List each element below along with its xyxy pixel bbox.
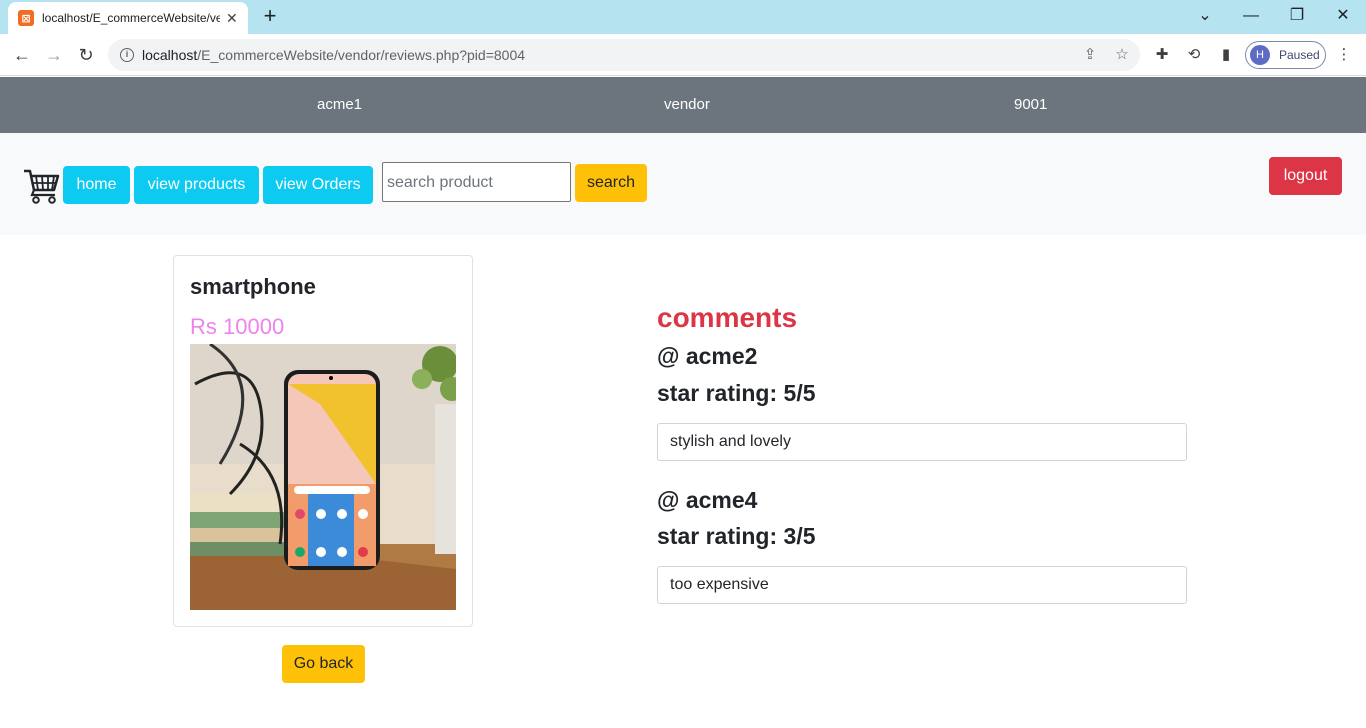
user-id-text: 9001 [1014, 96, 1048, 113]
search-input[interactable]: search product [382, 162, 571, 202]
view-orders-button[interactable]: view Orders [263, 166, 373, 204]
review-user: @ acme2 [657, 343, 758, 369]
tab-strip: ⊠ localhost/E_commerceWebsite/vendor/rev… [0, 0, 1366, 34]
sync-icon[interactable]: ⟲ [1184, 45, 1204, 65]
favicon-icon: ⊠ [18, 10, 34, 26]
new-tab-button[interactable]: + [258, 5, 282, 29]
reload-icon[interactable]: ↻ [74, 43, 98, 67]
user-info-bar: acme1 vendor 9001 [0, 77, 1366, 133]
close-icon[interactable]: ✕ [226, 10, 238, 27]
minimize-button[interactable]: — [1239, 5, 1263, 29]
url-text: localhost/E_commerceWebsite/vendor/revie… [142, 47, 526, 63]
tab-title: localhost/E_commerceWebsite/vendor/revie… [42, 11, 220, 25]
tab-search-button[interactable]: ⌄ [1193, 5, 1217, 29]
plus-icon: + [263, 3, 277, 28]
profile-button[interactable]: H Paused [1245, 41, 1326, 69]
review-rating: star rating: 3/5 [657, 523, 816, 549]
back-icon[interactable]: ← [10, 43, 34, 67]
star-icon[interactable]: ☆ [1112, 45, 1132, 65]
review-text: stylish and lovely [657, 423, 1187, 461]
product-price: Rs 10000 [190, 314, 285, 339]
product-name: smartphone [190, 274, 316, 299]
logout-button[interactable]: logout [1269, 157, 1342, 195]
review-user: @ acme4 [657, 487, 758, 513]
menu-icon[interactable]: ⋮ [1334, 45, 1354, 65]
home-button[interactable]: home [63, 166, 130, 204]
profile-status: Paused [1279, 48, 1320, 62]
info-icon[interactable]: i [120, 48, 134, 62]
extensions-icon[interactable]: ✚ [1152, 45, 1172, 65]
share-icon[interactable]: ⇪ [1080, 45, 1100, 65]
sidepanel-icon[interactable]: ▮ [1216, 45, 1236, 65]
address-bar[interactable]: i localhost/E_commerceWebsite/vendor/rev… [108, 39, 1140, 71]
review-rating: star rating: 5/5 [657, 380, 816, 406]
avatar: H [1250, 45, 1270, 65]
cart-icon[interactable] [22, 168, 60, 204]
forward-icon[interactable]: → [42, 43, 66, 67]
go-back-button[interactable]: Go back [282, 645, 365, 683]
browser-tab[interactable]: ⊠ localhost/E_commerceWebsite/vendor/rev… [8, 2, 248, 34]
view-products-button[interactable]: view products [134, 166, 259, 204]
username-text: acme1 [317, 96, 363, 113]
role-text: vendor [664, 96, 710, 113]
restore-button[interactable]: ❐ [1285, 5, 1309, 29]
product-image [190, 344, 456, 610]
search-button[interactable]: search [575, 164, 647, 202]
comments-heading: comments [657, 302, 798, 333]
browser-toolbar: ← → ↻ i localhost/E_commerceWebsite/vend… [0, 34, 1366, 76]
close-window-button[interactable]: ✕ [1331, 5, 1355, 29]
review-text: too expensive [657, 566, 1187, 604]
